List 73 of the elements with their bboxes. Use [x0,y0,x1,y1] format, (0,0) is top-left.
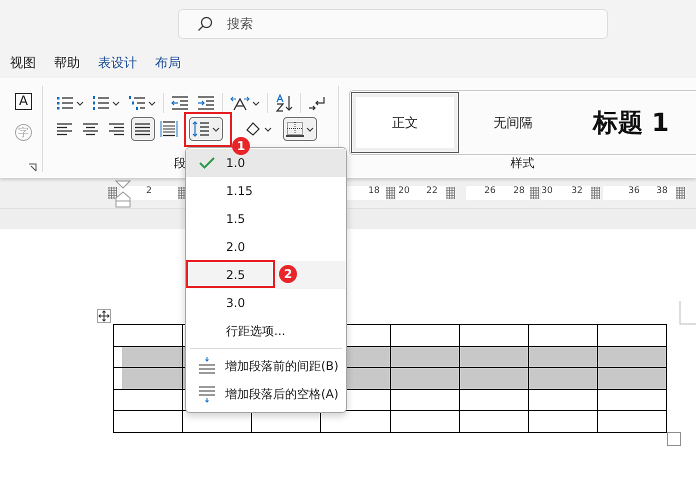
caret-icon [252,100,260,106]
ruler-number: 22 [426,186,438,196]
ruler-number: 26 [484,186,496,196]
caret-icon [212,126,220,132]
column-marker-icon [530,187,539,199]
column-marker-icon [386,187,395,199]
menu-item[interactable]: 增加段落前的间距(B) [186,352,346,380]
ruler-number: 36 [628,186,640,196]
caret-icon [306,126,314,132]
dialog-launcher-icon[interactable] [28,163,37,172]
decrease-indent-icon [170,95,189,111]
sort-icon [274,94,293,112]
return-arrow-icon [308,95,326,111]
caret-icon [148,100,156,106]
column-marker-icon [446,187,455,199]
alignment-button[interactable] [130,117,155,141]
ruler-number: 32 [571,186,583,196]
ruler-number: 20 [398,186,410,196]
character-border-button[interactable]: A [15,93,32,110]
line-spacing-icon [192,121,210,137]
caret-icon [76,100,84,106]
menu-item[interactable]: 1.0 [186,149,346,177]
menu-tab[interactable]: 表设计 [98,54,137,72]
bullet-list-icon [56,95,74,111]
menu-item[interactable]: 行距选项... [186,317,346,345]
callout-frame [184,112,232,147]
text-spacing-icon [230,95,250,111]
space-before-icon [198,357,216,375]
search-icon [197,16,213,32]
multilevel-list-icon [128,95,146,111]
menu-item[interactable]: 1.5 [186,205,346,233]
caret-icon [112,100,120,106]
column-marker-icon [676,187,685,199]
group-label: 段 [174,155,186,172]
align-justify-icon [134,121,152,137]
align-left-icon [56,121,74,137]
space-after-icon [198,385,216,403]
menu-item[interactable]: 3.0 [186,289,346,317]
indent-marker-icon[interactable] [115,180,131,208]
ruler-number: 38 [656,186,668,196]
column-marker-icon [591,187,600,199]
caret-icon [264,126,272,132]
align-center-icon [82,121,100,137]
menu-item[interactable]: 2.0 [186,233,346,261]
ruler-number: 2 [146,186,152,196]
borders-button[interactable] [282,117,317,141]
search-box[interactable]: 搜索 [178,9,608,39]
table-move-handle-icon[interactable] [97,309,111,323]
increase-indent-icon [196,95,215,111]
style-item[interactable]: 标题 1 [567,92,695,153]
menu-tab[interactable]: 视图 [10,54,36,72]
align-right-icon [108,121,126,137]
column-marker-icon [108,187,117,199]
menu-item[interactable]: 2.5 2 [186,261,346,289]
borders-icon [286,121,304,137]
distributed-icon [160,121,178,137]
search-field[interactable]: 搜索 [225,16,429,32]
table-resize-handle-icon[interactable] [667,432,681,446]
group-label: 样式 [510,155,536,172]
style-item[interactable]: 无间隔 [459,92,567,153]
line-spacing-button[interactable] [188,117,223,141]
menu-item[interactable]: 增加段落后的空格(A) [186,380,346,408]
ruler-number: 18 [368,186,380,196]
menu-item-label: 增加段落前的间距(B) [225,358,339,374]
numbered-list-icon [92,95,110,111]
menu-tab[interactable]: 布局 [155,54,181,72]
menu-tab[interactable]: 帮助 [54,54,80,72]
ruler-number: 28 [513,186,525,196]
callout-badge: 2 [279,265,297,283]
menu-item[interactable]: 1.15 [186,177,346,205]
style-item[interactable]: 正文 [351,92,459,153]
menu-item-label: 增加段落后的空格(A) [225,386,339,402]
ruler-number: 30 [541,186,553,196]
